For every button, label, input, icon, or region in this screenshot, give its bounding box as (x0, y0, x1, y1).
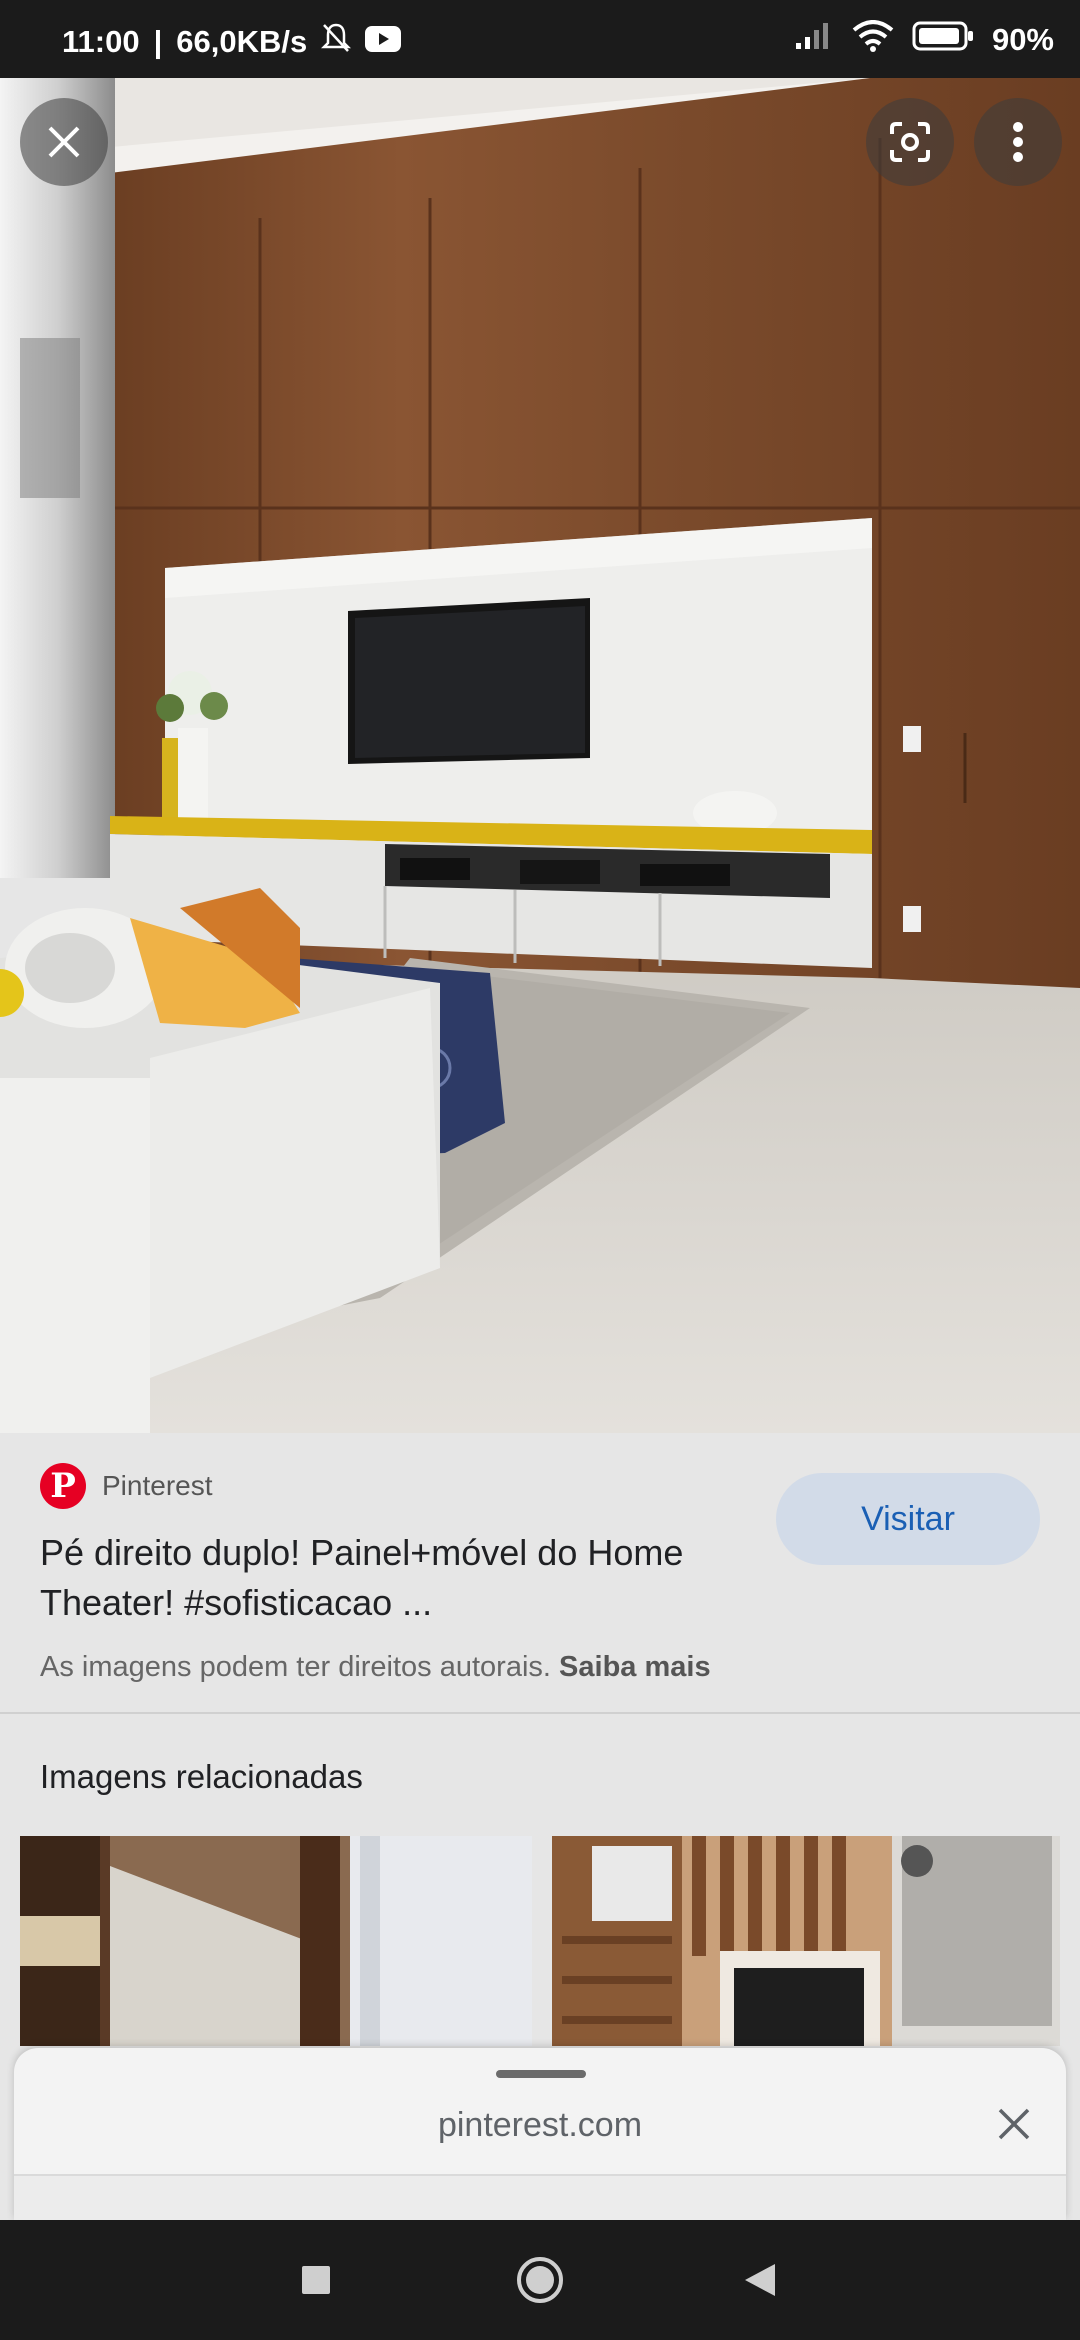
visit-button[interactable]: Visitar (776, 1473, 1040, 1565)
battery-icon (912, 21, 974, 59)
recents-button[interactable] (286, 2250, 346, 2310)
lens-icon (890, 122, 930, 162)
more-vert-icon (1013, 122, 1023, 162)
related-image-2-photo (552, 1836, 1060, 2046)
related-image-1-photo (20, 1836, 532, 2046)
back-button[interactable] (730, 2250, 790, 2310)
drag-handle[interactable] (496, 2070, 586, 2078)
sheet-close-button[interactable] (984, 2094, 1044, 2154)
status-time: 11:00 (62, 24, 140, 59)
youtube-icon (365, 24, 402, 60)
related-images-heading: Imagens relacionadas (40, 1758, 363, 1795)
close-icon (998, 2108, 1030, 2140)
battery-level: 90% (991, 22, 1054, 57)
bottom-sheet[interactable]: pinterest.com (14, 2048, 1066, 2220)
close-button[interactable] (20, 98, 108, 186)
preview-image[interactable] (0, 78, 1080, 1433)
wifi-icon (852, 20, 894, 60)
result-title[interactable]: Pé direito duplo! Painel+móvel do Home T… (40, 1528, 740, 1628)
status-right: 90% (794, 20, 1054, 60)
lens-button[interactable] (866, 98, 954, 186)
close-icon (48, 126, 80, 158)
navigation-bar (0, 2220, 1080, 2340)
section-divider (0, 1712, 1080, 1714)
home-button[interactable] (510, 2250, 570, 2310)
status-speed: 66,0KB/s (176, 24, 308, 59)
learn-more-link[interactable]: Saiba mais (559, 1651, 711, 1683)
home-icon (517, 2257, 563, 2303)
signal-icon (794, 21, 834, 59)
sheet-url: pinterest.com (437, 2106, 643, 2144)
sheet-content (14, 2176, 1066, 2220)
status-bar: 11:00 | 66,0KB/s 90% (0, 0, 1080, 78)
related-image-1[interactable] (20, 1836, 532, 2046)
more-options-button[interactable] (974, 98, 1062, 186)
source-row[interactable]: P Pinterest (40, 1463, 213, 1509)
status-left: 11:00 | 66,0KB/s (62, 22, 402, 62)
copyright-text: As imagens podem ter direitos autorais. (40, 1651, 551, 1683)
back-icon (745, 2264, 775, 2296)
bell-off-icon (321, 22, 352, 62)
copyright-notice: As imagens podem ter direitos autorais. … (40, 1651, 711, 1684)
living-room-photo (0, 78, 1080, 1433)
status-separator: | (153, 24, 163, 59)
related-image-2[interactable] (552, 1836, 1060, 2046)
recents-icon (302, 2266, 330, 2294)
result-info: P Pinterest Pé direito duplo! Painel+móv… (0, 1433, 1080, 1713)
source-name: Pinterest (102, 1470, 213, 1501)
pinterest-logo-icon: P (40, 1463, 86, 1509)
